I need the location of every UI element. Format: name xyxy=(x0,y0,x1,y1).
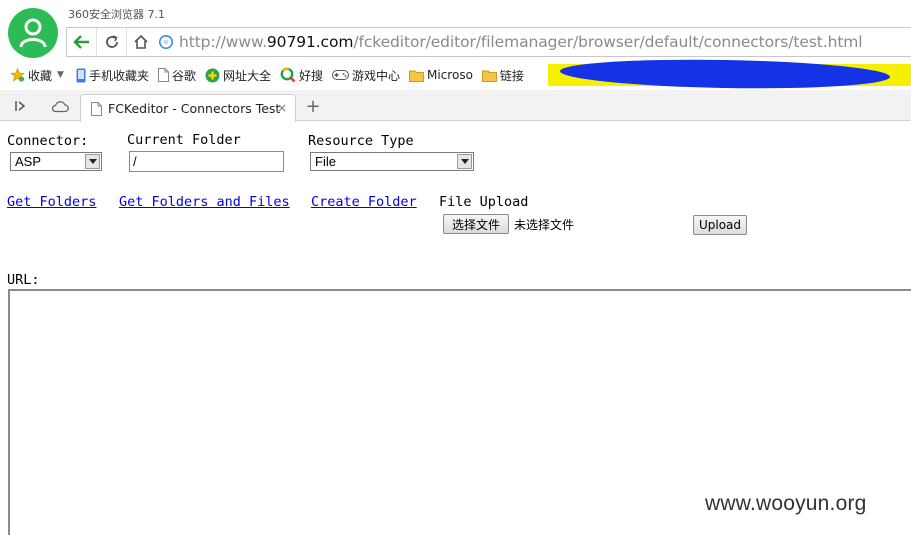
tab-bar: FCKeditor - Connectors Test × + xyxy=(0,90,911,122)
url-prefix: http://www. xyxy=(179,33,267,51)
back-button[interactable] xyxy=(67,28,97,56)
bookmark-folder-microsoft[interactable]: Microso xyxy=(409,68,473,82)
choose-file-button[interactable]: 选择文件 xyxy=(443,214,509,234)
bookmark-label: 链接 xyxy=(499,68,524,83)
bookmark-label: 谷歌 xyxy=(171,68,196,83)
star-icon xyxy=(10,68,25,82)
resource-type-label: Resource Type xyxy=(308,133,414,149)
watermark-text: www.wooyun.org xyxy=(705,492,867,515)
current-folder-label: Current Folder xyxy=(127,132,241,148)
home-button[interactable] xyxy=(127,28,155,56)
connector-select[interactable]: ASP xyxy=(10,152,102,171)
bookmark-favorites[interactable]: 收藏 xyxy=(10,67,52,84)
phone-icon xyxy=(76,68,86,83)
page-icon xyxy=(91,101,102,116)
tab-fckeditor-connectors-test[interactable]: FCKeditor - Connectors Test × xyxy=(80,94,296,122)
get-folders-and-files-link[interactable]: Get Folders and Files xyxy=(119,194,290,210)
back-arrow-icon xyxy=(72,35,89,49)
cloud-icon xyxy=(51,101,69,113)
home-icon xyxy=(134,34,148,49)
bookmark-game-center[interactable]: 游戏中心 xyxy=(332,67,400,84)
bookmark-label: 收藏 xyxy=(28,68,53,83)
user-avatar[interactable] xyxy=(8,8,58,58)
upload-button[interactable]: Upload xyxy=(693,215,747,235)
user-icon xyxy=(19,18,47,48)
bookmark-folder-links[interactable]: 链接 xyxy=(481,67,524,84)
site-security-icon[interactable] xyxy=(155,28,177,56)
connector-label: Connector: xyxy=(7,133,89,149)
bookmark-mobile-favorites[interactable]: 手机收藏夹 xyxy=(76,67,149,84)
no-file-chosen-text: 未选择文件 xyxy=(514,218,575,232)
resource-type-selected-value: File xyxy=(315,154,336,169)
bookmark-url-directory[interactable]: 网址大全 xyxy=(205,67,271,84)
bookmark-label: Microso xyxy=(427,68,473,82)
bookmark-label: 手机收藏夹 xyxy=(88,68,149,83)
search-q-icon xyxy=(280,67,296,83)
chevron-down-icon[interactable]: ▼ xyxy=(57,70,64,80)
globe-icon xyxy=(159,35,173,49)
address-bar-input[interactable]: http://www.90791.com/fckeditor/editor/fi… xyxy=(177,33,863,51)
dropdown-arrow-icon xyxy=(457,154,472,169)
resource-type-select[interactable]: File xyxy=(310,152,474,171)
sidebar-toggle-button[interactable] xyxy=(11,96,31,116)
bookmark-haosou[interactable]: 好搜 xyxy=(280,67,323,84)
sidebar-toggle-icon xyxy=(15,101,26,111)
bookmark-label: 网址大全 xyxy=(222,68,271,83)
refresh-icon xyxy=(105,35,118,48)
close-tab-icon[interactable]: × xyxy=(277,101,287,115)
bookmark-label: 游戏中心 xyxy=(352,68,401,83)
current-folder-input[interactable]: / xyxy=(129,151,284,172)
plus-circle-icon xyxy=(205,68,220,83)
cloud-button[interactable] xyxy=(50,96,70,116)
browser-titlebar: 360安全浏览器 7.1 http://www.90791.com/fckedi… xyxy=(0,0,911,60)
new-tab-button[interactable]: + xyxy=(302,94,324,118)
url-label: URL: xyxy=(7,272,40,288)
file-upload-label: File Upload xyxy=(439,194,529,210)
create-folder-link[interactable]: Create Folder xyxy=(311,194,417,210)
page-icon xyxy=(157,68,169,82)
url-path: /fckeditor/editor/filemanager/browser/de… xyxy=(353,33,863,51)
gamepad-icon xyxy=(332,69,349,81)
bookmark-google[interactable]: 谷歌 xyxy=(157,67,196,84)
folder-icon xyxy=(481,69,497,82)
tab-title: FCKeditor - Connectors Test xyxy=(108,101,281,116)
navigation-bar: http://www.90791.com/fckeditor/editor/fi… xyxy=(66,27,911,57)
browser-app-title: 360安全浏览器 7.1 xyxy=(68,8,165,21)
connector-selected-value: ASP xyxy=(15,154,42,169)
url-domain: 90791.com xyxy=(266,33,354,51)
folder-icon xyxy=(409,69,425,82)
get-folders-link[interactable]: Get Folders xyxy=(7,194,96,210)
refresh-button[interactable] xyxy=(97,28,127,56)
bookmark-label: 好搜 xyxy=(298,68,323,83)
dropdown-arrow-icon xyxy=(85,154,100,169)
